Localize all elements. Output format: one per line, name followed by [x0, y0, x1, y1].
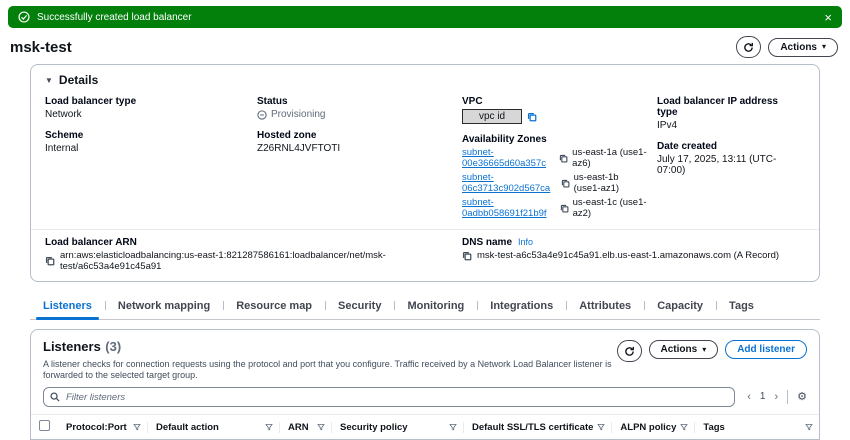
refresh-icon [743, 42, 754, 53]
ip-type-value: IPv4 [657, 120, 795, 131]
dns-info-link[interactable]: Info [518, 237, 533, 247]
copy-icon[interactable] [560, 204, 569, 213]
tab-capacity[interactable]: Capacity [644, 294, 716, 319]
hosted-zone-value: Z26RNL4JVFTOTI [257, 143, 452, 154]
tab-attributes[interactable]: Attributes [566, 294, 644, 319]
subnet-zone: us-east-1a (use1-az6) [572, 147, 647, 169]
az-label: Availability Zones [462, 134, 647, 145]
tab-resource-map[interactable]: Resource map [223, 294, 325, 319]
col-default-action[interactable]: Default action [156, 422, 219, 433]
add-listener-label: Add listener [737, 344, 795, 355]
tab-integrations[interactable]: Integrations [477, 294, 566, 319]
date-created-value: July 17, 2025, 13:11 (UTC-07:00) [657, 154, 795, 176]
select-all-checkbox[interactable] [39, 420, 50, 431]
success-banner: Successfully created load balancer × [8, 6, 842, 28]
filter-icon[interactable] [597, 423, 605, 431]
listeners-description: A listener checks for connection request… [43, 359, 617, 382]
tab-network-mapping[interactable]: Network mapping [105, 294, 223, 319]
listeners-table: Protocol:Port Default action ARN Securit… [31, 414, 819, 440]
filter-icon[interactable] [680, 423, 688, 431]
chevron-down-icon: ▾ [702, 346, 706, 354]
details-panel: ▼ Details Load balancer type Network Sch… [30, 64, 820, 282]
lb-arn-value: arn:aws:elasticloadbalancing:us-east-1:8… [60, 250, 462, 272]
date-created-label: Date created [657, 141, 795, 152]
tab-security[interactable]: Security [325, 294, 394, 319]
tab-tags[interactable]: Tags [716, 294, 767, 319]
check-circle-icon [18, 11, 30, 23]
copy-icon[interactable] [462, 251, 472, 261]
col-alpn-policy[interactable]: ALPN policy [620, 422, 676, 433]
chevron-down-icon: ▾ [822, 43, 826, 51]
actions-button[interactable]: Actions ▾ [768, 38, 838, 57]
filter-listeners-input[interactable] [43, 387, 735, 407]
table-preferences-gear-icon[interactable]: ⚙ [797, 390, 807, 403]
status-value: Provisioning [271, 109, 325, 120]
hosted-zone-label: Hosted zone [257, 130, 452, 141]
copy-icon[interactable] [45, 256, 55, 266]
close-icon[interactable]: × [824, 11, 832, 24]
subnet-link[interactable]: subnet-00e36665d60a357c [462, 147, 555, 169]
copy-icon[interactable] [559, 154, 568, 163]
expander-caret-icon: ▼ [45, 76, 53, 85]
listeners-count: (3) [105, 339, 121, 354]
vpc-redacted-value[interactable]: vpc id [462, 109, 522, 124]
add-listener-button[interactable]: Add listener [725, 340, 807, 359]
subnet-zone: us-east-1b (use1-az1) [574, 172, 647, 194]
filter-icon[interactable] [133, 423, 141, 431]
actions-button-label: Actions [780, 42, 817, 53]
tab-monitoring[interactable]: Monitoring [394, 294, 477, 319]
listeners-panel: Listeners (3) A listener checks for conn… [30, 329, 820, 440]
filter-icon[interactable] [265, 423, 273, 431]
tab-listeners[interactable]: Listeners [30, 294, 105, 319]
lb-type-label: Load balancer type [45, 96, 247, 107]
filter-icon[interactable] [805, 423, 813, 431]
lb-arn-label: Load balancer ARN [45, 237, 462, 248]
dns-name-value: msk-test-a6c53a4e91c45a91.elb.us-east-1.… [477, 250, 779, 261]
col-ssl-certificate[interactable]: Default SSL/TLS certificate [472, 422, 593, 433]
subnet-zone: us-east-1c (use1-az2) [573, 197, 647, 219]
filter-icon[interactable] [449, 423, 457, 431]
banner-message: Successfully created load balancer [37, 12, 817, 23]
listeners-actions-label: Actions [661, 344, 698, 355]
page-title: msk-test [10, 39, 72, 56]
search-icon [50, 392, 60, 402]
col-tags[interactable]: Tags [703, 422, 724, 433]
subnet-link[interactable]: subnet-06c3713c902d567ca [462, 172, 557, 194]
refresh-button[interactable] [736, 36, 761, 58]
refresh-button[interactable] [617, 340, 642, 362]
subnet-link[interactable]: subnet-0adbb058691f21b9f [462, 197, 556, 219]
filter-icon[interactable] [317, 423, 325, 431]
vpc-label: VPC [462, 96, 647, 107]
listeners-actions-button[interactable]: Actions ▾ [649, 340, 719, 359]
status-label: Status [257, 96, 452, 107]
refresh-icon [624, 346, 635, 357]
tab-bar: Listeners Network mapping Resource map S… [30, 294, 820, 320]
scheme-value: Internal [45, 143, 247, 154]
dns-name-label: DNS name [462, 237, 512, 248]
listeners-title: Listeners [43, 339, 101, 354]
details-title: Details [59, 73, 98, 87]
pagination-current-page[interactable]: 1 [760, 391, 766, 402]
page-header: msk-test Actions ▾ [0, 28, 850, 62]
copy-icon[interactable] [527, 112, 537, 122]
scheme-label: Scheme [45, 130, 247, 141]
pagination-next-icon[interactable]: › [774, 391, 778, 403]
lb-type-value: Network [45, 109, 247, 120]
copy-icon[interactable] [561, 179, 570, 188]
pagination-prev-icon[interactable]: ‹ [747, 391, 751, 403]
details-expander[interactable]: ▼ Details [31, 65, 819, 89]
col-security-policy[interactable]: Security policy [340, 422, 408, 433]
provisioning-status-icon [257, 110, 267, 120]
col-protocol-port[interactable]: Protocol:Port [66, 422, 127, 433]
col-arn[interactable]: ARN [288, 422, 309, 433]
divider [787, 390, 788, 404]
ip-type-label: Load balancer IP address type [657, 96, 795, 118]
